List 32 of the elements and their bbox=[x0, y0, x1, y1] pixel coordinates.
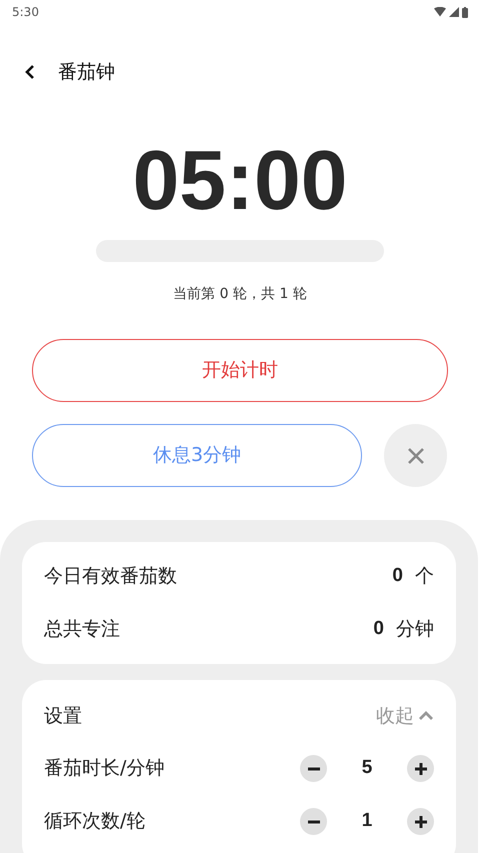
page-title: 番茄钟 bbox=[58, 60, 115, 85]
status-time: 5:30 bbox=[12, 4, 39, 21]
collapse-toggle[interactable]: 收起 bbox=[376, 702, 434, 730]
round-status: 当前第 0 轮，共 1 轮 bbox=[173, 285, 307, 304]
wifi-icon bbox=[434, 7, 446, 17]
decrement-button[interactable] bbox=[300, 755, 327, 782]
increment-button[interactable] bbox=[407, 808, 434, 835]
setting-value: 1 bbox=[360, 809, 374, 834]
decrement-button[interactable] bbox=[300, 808, 327, 835]
stat-value: 0 bbox=[373, 617, 384, 642]
battery-icon bbox=[462, 6, 468, 18]
plus-icon bbox=[414, 762, 426, 774]
close-icon bbox=[406, 446, 424, 464]
plus-icon bbox=[414, 816, 426, 828]
settings-title: 设置 bbox=[44, 704, 82, 729]
stat-value: 0 bbox=[392, 564, 403, 588]
minus-icon bbox=[308, 766, 320, 770]
start-timer-button[interactable]: 开始计时 bbox=[32, 339, 448, 402]
stat-label: 总共专注 bbox=[44, 617, 120, 642]
setting-label: 循环次数/轮 bbox=[44, 809, 146, 834]
increment-button[interactable] bbox=[407, 755, 434, 782]
back-icon bbox=[25, 64, 35, 80]
setting-value: 5 bbox=[360, 756, 374, 780]
signal-icon bbox=[449, 7, 459, 17]
timer-display: 05:00 bbox=[132, 138, 348, 222]
stat-unit: 分钟 bbox=[396, 617, 434, 642]
chevron-icon bbox=[418, 711, 434, 721]
stat-unit: 个 bbox=[415, 564, 434, 590]
rest-button[interactable]: 休息3分钟 bbox=[32, 424, 362, 487]
stat-label: 今日有效番茄数 bbox=[44, 564, 177, 590]
setting-label: 番茄时长/分钟 bbox=[44, 756, 164, 782]
minus-icon bbox=[308, 820, 320, 824]
